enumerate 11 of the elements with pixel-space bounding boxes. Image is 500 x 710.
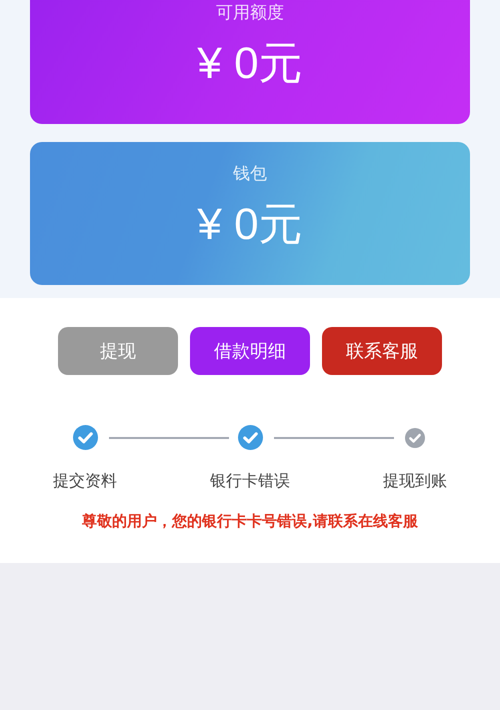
error-notice: 尊敬的用户，您的银行卡卡号错误,请联系在线客服 bbox=[81, 512, 419, 531]
step-label: 提交资料 bbox=[53, 470, 117, 492]
step-label: 提现到账 bbox=[383, 470, 447, 492]
action-button[interactable]: 联系客服 bbox=[322, 327, 442, 375]
card-label: 钱包 bbox=[233, 163, 267, 185]
action-button[interactable]: 提现 bbox=[58, 327, 178, 375]
amount: ¥ 0元 bbox=[197, 38, 303, 90]
step-label: 银行卡错误 bbox=[210, 470, 290, 492]
amount: ¥ 0元 bbox=[197, 199, 303, 251]
action-button[interactable]: 借款明细 bbox=[190, 327, 310, 375]
card-label: 可用额度 bbox=[216, 2, 284, 24]
